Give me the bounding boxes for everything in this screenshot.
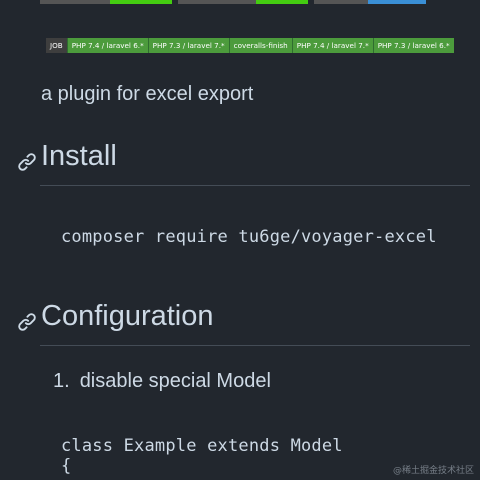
anchor-link-icon[interactable]	[17, 147, 37, 171]
configuration-heading: Configuration	[17, 300, 214, 333]
job-item: PHP 7.4 / laravel 7.*	[291, 38, 373, 53]
step-number: 1.	[53, 370, 70, 392]
code-line: {	[61, 456, 72, 476]
anchor-link-icon[interactable]	[17, 307, 37, 331]
top-badges-row	[40, 0, 426, 4]
install-heading: Install	[17, 140, 117, 173]
job-label: JOB	[46, 38, 67, 53]
configuration-heading-text: Configuration	[41, 300, 214, 332]
code-line: class Example extends Model	[61, 436, 343, 456]
list-item: 1. disable special Model	[53, 370, 271, 393]
heading-divider	[40, 185, 470, 186]
coverage-badge[interactable]	[178, 0, 308, 4]
config-code-block: class Example extends Model {	[61, 436, 343, 476]
project-description: a plugin for excel export	[41, 83, 254, 105]
version-badge[interactable]	[314, 0, 426, 4]
install-heading-text: Install	[41, 140, 117, 172]
step-text: disable special Model	[79, 370, 271, 392]
config-steps-list: 1. disable special Model	[53, 370, 271, 393]
install-code-block: composer require tu6ge/voyager-excel	[61, 227, 437, 247]
job-item: PHP 7.3 / laravel 7.*	[147, 38, 229, 53]
heading-divider	[40, 345, 470, 346]
job-item: coveralls-finish	[228, 38, 292, 53]
job-item: PHP 7.3 / laravel 6.*	[372, 38, 454, 53]
readme-page: JOB PHP 7.4 / laravel 6.* PHP 7.3 / lara…	[0, 0, 480, 480]
job-item: PHP 7.4 / laravel 6.*	[66, 38, 148, 53]
build-badge[interactable]	[40, 0, 172, 4]
watermark: @稀土掘金技术社区	[392, 466, 474, 476]
ci-job-badge[interactable]: JOB PHP 7.4 / laravel 6.* PHP 7.3 / lara…	[46, 38, 454, 53]
